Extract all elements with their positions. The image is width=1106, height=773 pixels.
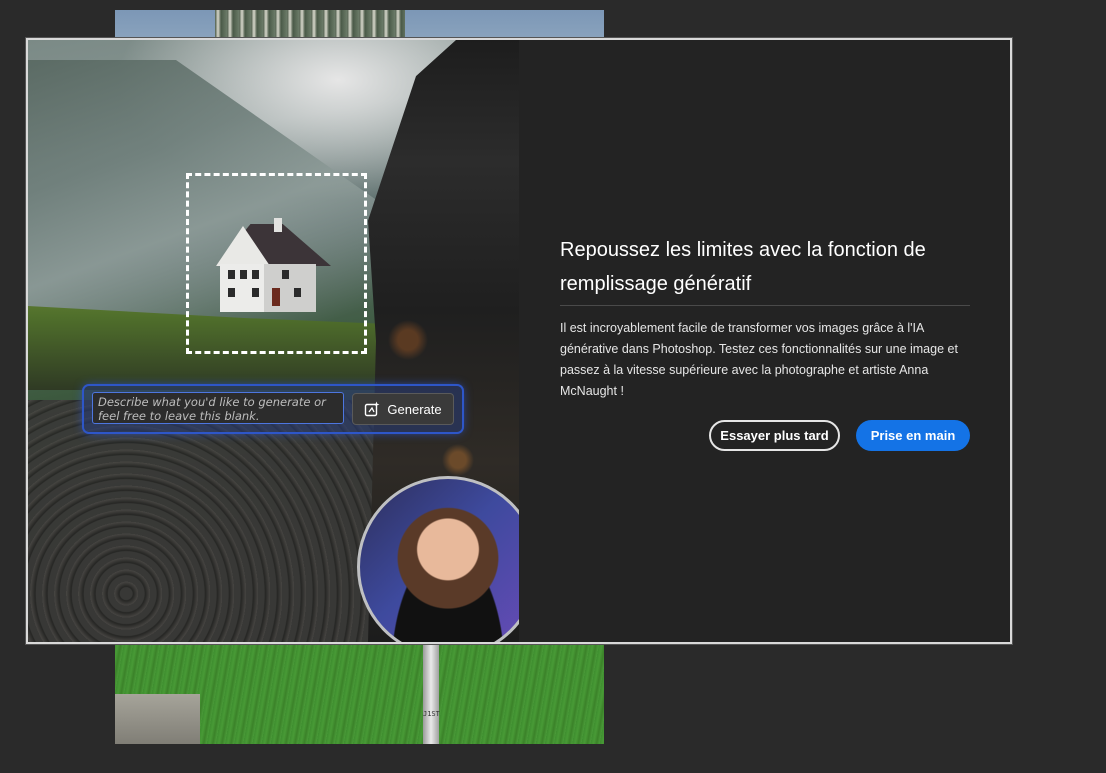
background-house-facade	[215, 10, 405, 38]
content-panel: Repoussez les limites avec la fonction d…	[519, 40, 1010, 642]
generative-fill-prompt-bar: Describe what you'd like to generate or …	[84, 386, 462, 432]
dialog-title: Repoussez les limites avec la fonction d…	[560, 239, 926, 295]
selection-marquee	[186, 173, 367, 354]
prompt-input: Describe what you'd like to generate or …	[92, 392, 344, 424]
generative-fill-icon	[365, 401, 380, 417]
try-later-button[interactable]: Essayer plus tard	[709, 420, 840, 451]
background-pole	[423, 642, 439, 744]
title-divider	[560, 305, 970, 306]
generate-label: Generate	[387, 401, 442, 417]
hero-image: Describe what you'd like to generate or …	[28, 40, 519, 642]
pole-label: J1ST	[423, 710, 440, 718]
get-started-button[interactable]: Prise en main	[856, 420, 970, 451]
generative-fill-onboarding-dialog: Describe what you'd like to generate or …	[26, 38, 1012, 644]
generate-button: Generate	[352, 393, 454, 425]
app-stage: J1ST Describe what you'd like to generat…	[0, 0, 1106, 773]
background-wall	[115, 694, 200, 744]
dialog-description: Il est incroyablement facile de transfor…	[560, 321, 958, 398]
